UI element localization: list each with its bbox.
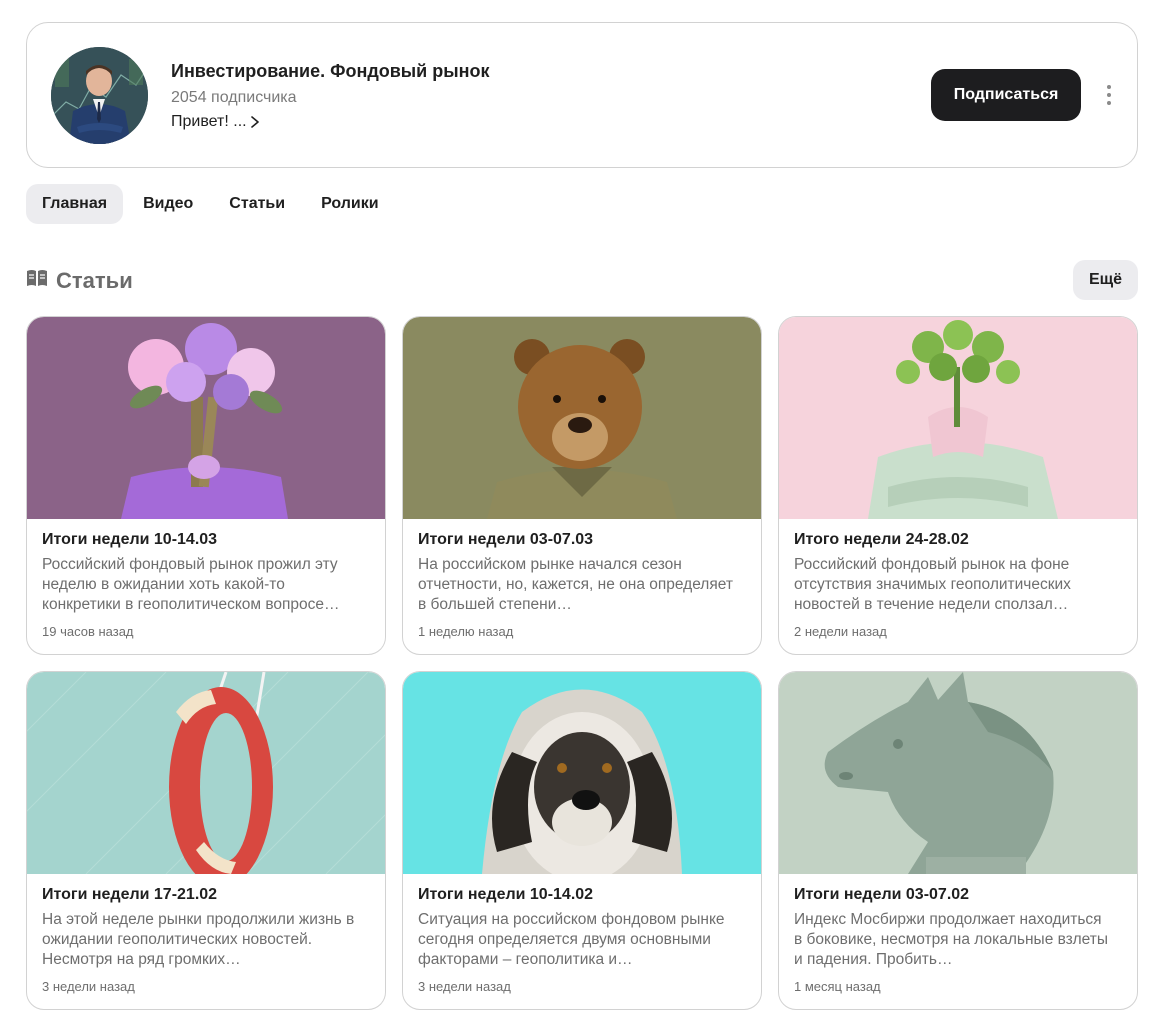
article-card[interactable]: Итоги недели 17-21.02 На этой неделе рын… [26,671,386,1010]
article-thumbnail [27,317,385,519]
article-card[interactable]: Итого недели 24-28.02 Российский фондовы… [778,316,1138,655]
channel-title: Инвестирование. Фондовый рынок [171,61,490,81]
flowers-girl-image [27,317,385,519]
article-time: 1 неделю назад [418,624,514,639]
article-title: Итоги недели 17-21.02 [42,886,218,903]
article-time: 1 месяц назад [794,979,881,994]
article-thumbnail [403,317,761,519]
flowers-man-image [779,317,1137,519]
article-card[interactable]: Итоги недели 10-14.03 Российский фондовы… [26,316,386,655]
article-title: Итоги недели 03-07.03 [418,531,594,548]
channel-tabs: Главная Видео Статьи Ролики [26,184,399,224]
more-dot [1107,93,1111,97]
article-thumbnail [779,672,1137,874]
article-time: 19 часов назад [42,624,134,639]
section-title: Статьи [56,268,133,293]
more-options-button[interactable] [1099,81,1119,109]
article-thumbnail [779,317,1137,519]
dog-hoodie-image [403,672,761,874]
tab-video[interactable]: Видео [127,184,209,224]
channel-header-card: Инвестирование. Фондовый рынок 2054 подп… [26,22,1138,168]
article-snippet: Ситуация на российском фондовом рынке се… [418,911,725,968]
channel-description-link[interactable]: Привет! ... [171,113,261,131]
article-time: 3 недели назад [42,979,135,994]
article-time: 3 недели назад [418,979,511,994]
article-snippet: На российском рынке начался сезон отчетн… [418,556,733,613]
article-snippet: Российский фондовый рынок прожил эту нед… [42,556,340,613]
article-snippet: Российский фондовый рынок на фоне отсутс… [794,556,1071,613]
article-time: 2 недели назад [794,624,887,639]
article-title: Итоги недели 03-07.02 [794,886,970,903]
article-title: Итоги недели 10-14.02 [418,886,594,903]
more-articles-button[interactable]: Ещё [1073,260,1138,300]
bear-image [403,317,761,519]
more-dot [1107,101,1111,105]
article-title: Итоги недели 10-14.03 [42,531,218,548]
article-title: Итого недели 24-28.02 [794,531,969,548]
article-snippet: На этой неделе рынки продолжили жизнь в … [42,911,355,968]
tab-main[interactable]: Главная [26,184,124,224]
more-dots-icon [1107,85,1111,89]
avatar-portrait-image [51,47,148,144]
open-book-icon [27,270,47,286]
tab-articles[interactable]: Статьи [213,184,301,224]
articles-section-header: Статьи Ещё [26,260,1138,300]
article-card[interactable]: Итоги недели 03-07.03 На российском рынк… [402,316,762,655]
channel-description-text: Привет! ... [171,113,247,130]
channel-avatar[interactable] [51,47,148,144]
subscribe-button[interactable]: Подписаться [931,69,1081,121]
article-snippet: Индекс Мосбиржи продолжает находиться в … [794,911,1109,968]
chevron-right-icon [250,116,259,128]
article-thumbnail [27,672,385,874]
article-card[interactable]: Итоги недели 10-14.02 Ситуация на россий… [402,671,762,1010]
article-thumbnail [403,672,761,874]
horse-bust-image [779,672,1137,874]
tab-shorts[interactable]: Ролики [305,184,395,224]
lifebuoy-image [27,672,385,874]
article-card[interactable]: Итоги недели 03-07.02 Индекс Мосбиржи пр… [778,671,1138,1010]
subscriber-count: 2054 подписчика [171,89,297,106]
